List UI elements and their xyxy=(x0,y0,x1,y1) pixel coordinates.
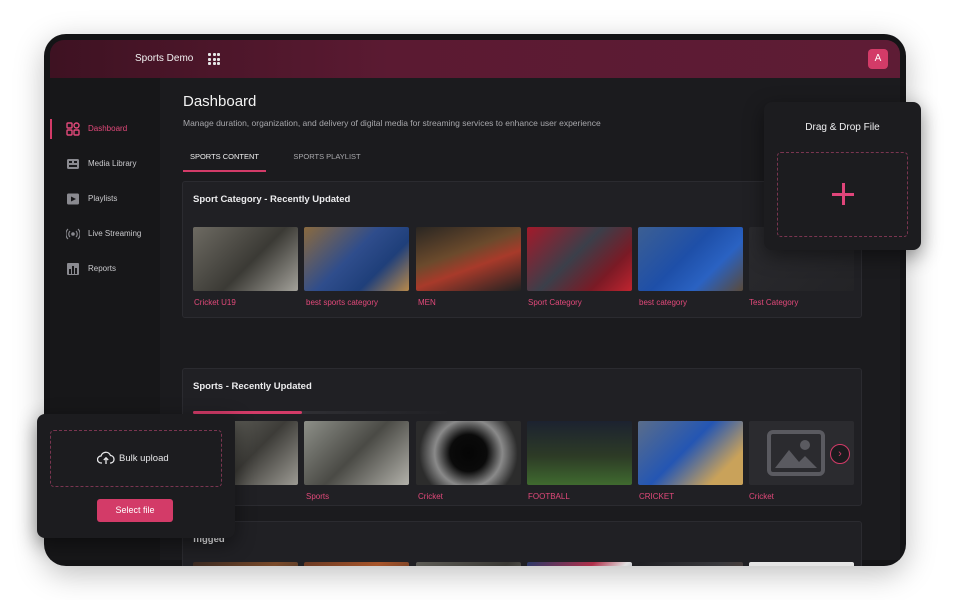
sidebar-item-media-library[interactable]: Media Library xyxy=(50,154,160,174)
category-label[interactable]: MEN xyxy=(418,298,436,307)
sidebar-item-label: Dashboard xyxy=(88,124,128,133)
bulk-upload-label: Bulk upload xyxy=(119,453,169,464)
flagged-thumbnail[interactable] xyxy=(749,562,854,566)
content-tabs: SPORTS CONTENT SPORTS PLAYLIST xyxy=(183,142,383,172)
sidebar-item-reports[interactable]: Reports xyxy=(50,259,160,279)
dashboard-icon xyxy=(66,122,80,136)
scroll-progress-track xyxy=(193,411,453,414)
flagged-thumbnail[interactable] xyxy=(193,562,298,566)
category-thumbnail[interactable] xyxy=(527,227,632,291)
sidebar-item-playlists[interactable]: Playlists xyxy=(50,189,160,209)
category-label[interactable]: Sport Category xyxy=(528,298,582,307)
sports-label[interactable]: Sports xyxy=(306,492,329,501)
flagged-thumbnail[interactable] xyxy=(416,562,521,566)
sidebar-item-label: Media Library xyxy=(88,159,137,168)
drag-drop-zone[interactable] xyxy=(777,152,908,237)
select-file-button[interactable]: Select file xyxy=(97,499,173,522)
top-bar: Sports Demo A xyxy=(50,40,900,78)
app-title: Sports Demo xyxy=(135,53,194,64)
category-label[interactable]: best sports category xyxy=(306,298,378,307)
carousel-next-button[interactable]: › xyxy=(830,444,850,464)
sidebar-item-live-streaming[interactable]: Live Streaming xyxy=(50,224,160,244)
reports-icon xyxy=(67,263,79,275)
tab-sports-playlist[interactable]: SPORTS PLAYLIST xyxy=(281,142,373,172)
category-thumbnail[interactable] xyxy=(416,227,521,291)
category-thumbnail[interactable] xyxy=(638,227,743,291)
category-label[interactable]: best category xyxy=(639,298,687,307)
page-title: Dashboard xyxy=(183,93,257,110)
bulk-upload-card: Bulk upload Select file xyxy=(37,414,235,538)
flagged-thumbnail[interactable] xyxy=(527,562,632,566)
sports-thumbnail[interactable] xyxy=(416,421,521,485)
drag-drop-card: Drag & Drop File xyxy=(764,102,921,250)
apps-grid-icon[interactable] xyxy=(208,53,220,65)
category-thumbnail[interactable] xyxy=(304,227,409,291)
playlist-icon xyxy=(67,193,79,205)
sports-label[interactable]: Cricket xyxy=(418,492,443,501)
image-placeholder-icon xyxy=(767,430,825,476)
flagged-thumbnail[interactable] xyxy=(304,562,409,566)
flagged-thumbnail[interactable] xyxy=(638,562,743,566)
section-sports: Sports - Recently Updated gs Sports Cric… xyxy=(182,368,862,506)
section-title: Sports - Recently Updated xyxy=(193,381,312,392)
plus-icon xyxy=(832,183,854,205)
category-thumbnail[interactable] xyxy=(193,227,298,291)
drag-drop-title: Drag & Drop File xyxy=(805,122,880,133)
live-streaming-icon xyxy=(66,228,80,240)
tab-sports-content[interactable]: SPORTS CONTENT xyxy=(183,142,266,172)
sidebar-item-label: Playlists xyxy=(88,194,118,203)
media-library-icon xyxy=(67,159,79,169)
sports-label[interactable]: FOOTBALL xyxy=(528,492,570,501)
category-label[interactable]: Cricket U19 xyxy=(194,298,236,307)
sports-thumbnail[interactable] xyxy=(304,421,409,485)
sidebar-item-label: Live Streaming xyxy=(88,229,142,238)
page-subtitle: Manage duration, organization, and deliv… xyxy=(183,118,601,128)
active-tab-indicator xyxy=(183,170,266,172)
section-title: Sport Category - Recently Updated xyxy=(193,194,351,205)
sidebar-item-dashboard[interactable]: Dashboard xyxy=(50,119,160,139)
section-flagged: ffigged xyxy=(182,521,862,566)
section-sport-category: Sport Category - Recently Updated Cricke… xyxy=(182,181,862,318)
sports-label[interactable]: CRICKET xyxy=(639,492,674,501)
sports-thumbnail[interactable] xyxy=(638,421,743,485)
bulk-upload-zone[interactable]: Bulk upload xyxy=(50,430,222,487)
category-label[interactable]: Test Category xyxy=(749,298,798,307)
sports-label[interactable]: Cricket xyxy=(749,492,774,501)
cloud-upload-icon xyxy=(97,451,115,464)
sports-thumbnail[interactable] xyxy=(527,421,632,485)
avatar[interactable]: A xyxy=(868,49,888,69)
sidebar-item-label: Reports xyxy=(88,264,117,273)
